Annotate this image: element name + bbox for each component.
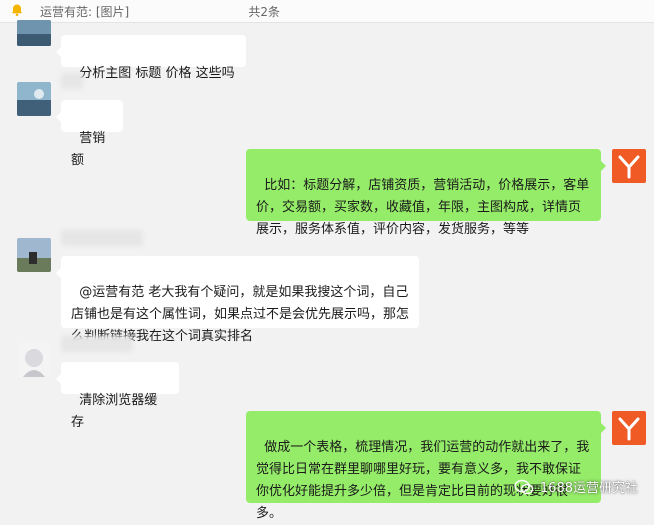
notification-bell-icon xyxy=(11,4,23,17)
message-text: 营销额 xyxy=(71,131,106,168)
message-text: 分析主图 标题 价格 这些吗 xyxy=(79,66,235,81)
avatar[interactable] xyxy=(17,343,51,377)
y-logo-icon xyxy=(618,417,640,441)
message-bubble[interactable]: 比如：标题分解，店铺资质，营销活动，价格展示，客单价，交易额，买家数，收藏值，年… xyxy=(246,149,606,237)
avatar[interactable] xyxy=(17,20,51,46)
watermark: 1688运营研究社 xyxy=(514,477,638,496)
y-logo-icon xyxy=(618,155,640,179)
sender-name xyxy=(61,230,143,246)
avatar[interactable] xyxy=(612,411,646,445)
avatar[interactable] xyxy=(612,149,646,183)
avatar[interactable] xyxy=(17,238,51,272)
message-bubble[interactable]: 营销额 xyxy=(56,100,123,168)
message-bubble[interactable]: 分析主图 标题 价格 这些吗 xyxy=(56,35,246,81)
message-bubble[interactable]: @运营有范 老大我有个疑问，就是如果我搜这个词，自己店铺也是有这个属性词，如果点… xyxy=(56,256,419,344)
watermark-text: 1688运营研究社 xyxy=(539,481,638,496)
quoted-message-bar[interactable]: 运营有范: [图片] 共2条 xyxy=(0,0,654,23)
message-text: 清除浏览器缓存 xyxy=(71,393,158,430)
message-count: 共2条 xyxy=(248,5,280,19)
sender-name xyxy=(61,73,83,89)
avatar[interactable] xyxy=(17,82,51,116)
wechat-icon xyxy=(514,479,534,494)
message-text: 比如：标题分解，店铺资质，营销活动，价格展示，客单价，交易额，买家数，收藏值，年… xyxy=(256,178,590,237)
message-bubble[interactable]: 清除浏览器缓存 xyxy=(56,362,179,430)
quoted-message-text: 运营有范: [图片] xyxy=(40,5,130,19)
sender-name xyxy=(61,336,133,352)
